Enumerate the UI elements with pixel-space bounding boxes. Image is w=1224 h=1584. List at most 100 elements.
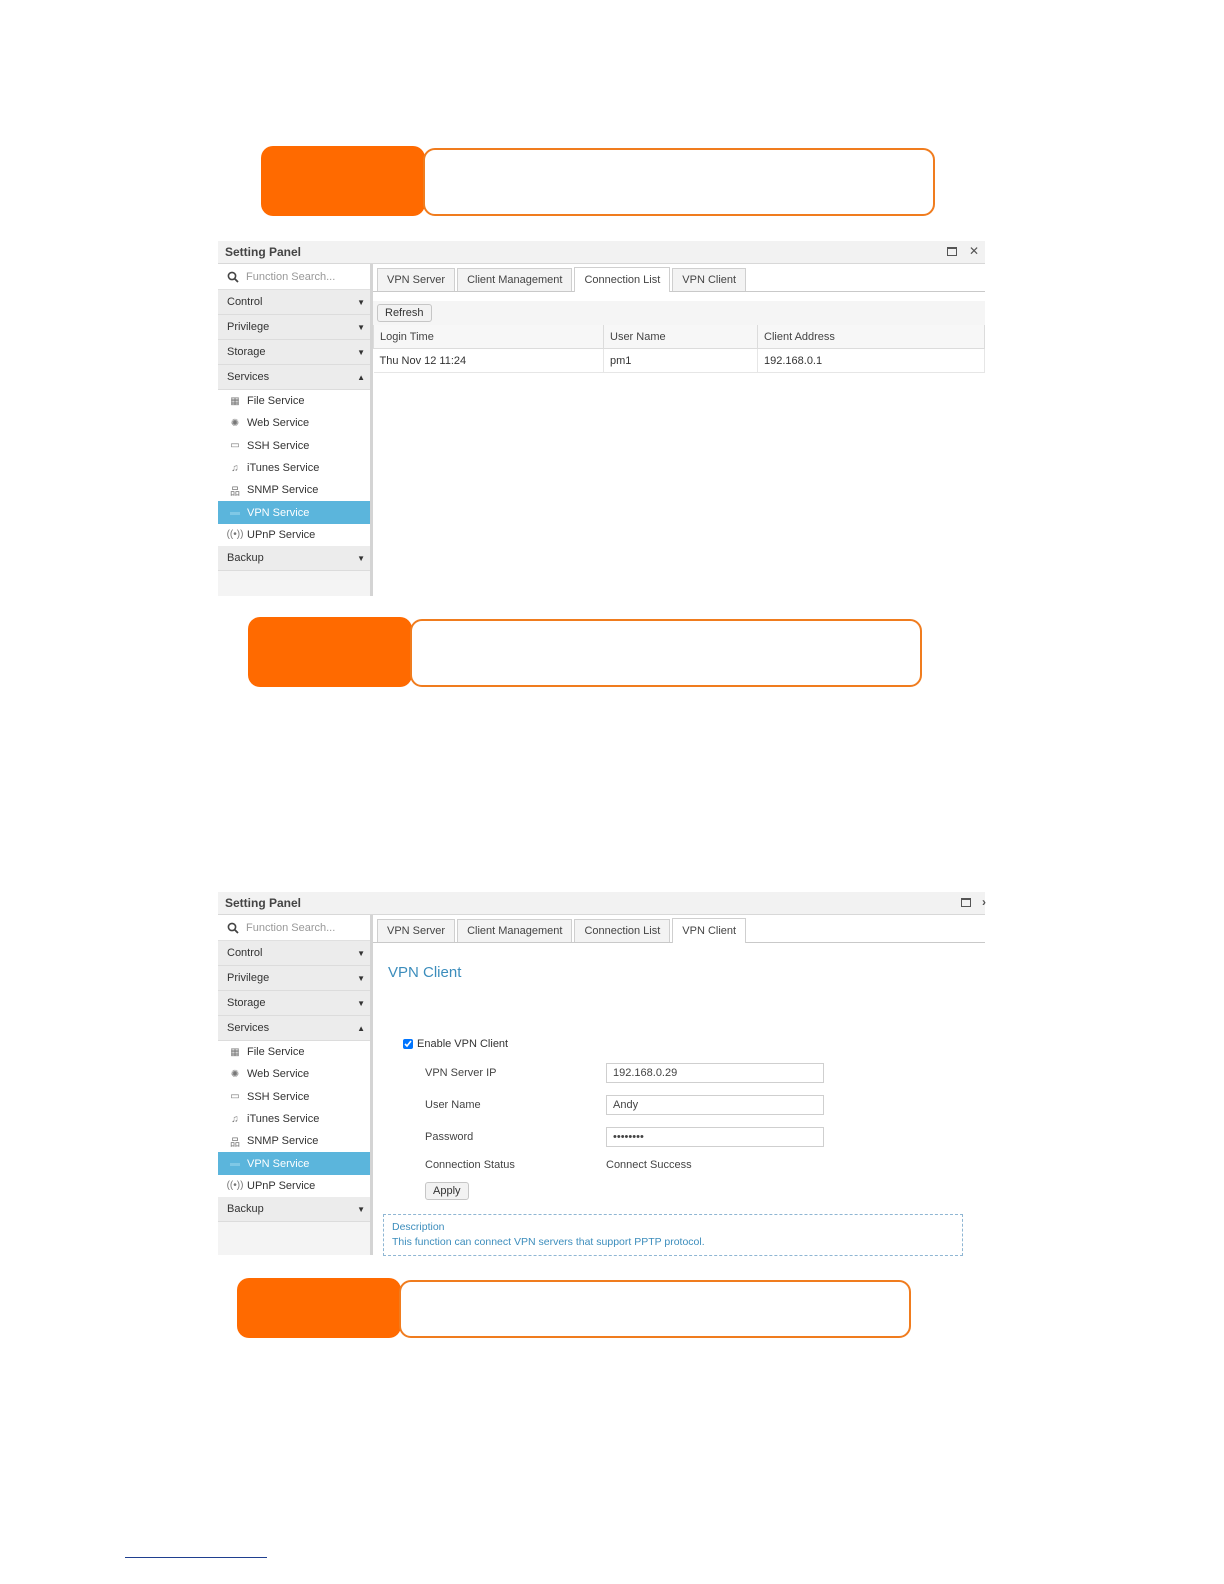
- tab-vpn-client[interactable]: VPN Client: [672, 268, 747, 291]
- music-icon: ♫: [231, 462, 239, 474]
- column-header-login-time[interactable]: Login Time: [373, 325, 604, 349]
- chevron-down-icon: ▼: [357, 973, 365, 983]
- sidebar-item-label: Web Service: [247, 417, 310, 430]
- callout-box: [423, 148, 935, 216]
- tab-bar: VPN Server Client Management Connection …: [373, 915, 985, 943]
- nav-group-storage[interactable]: Storage ▼: [218, 991, 370, 1016]
- globe-icon: ✺: [230, 417, 240, 429]
- setting-panel-connection-list: Setting Panel ✕ Function Search... Contr…: [218, 241, 985, 596]
- chevron-down-icon: ▼: [357, 322, 365, 332]
- sidebar-item-file-service[interactable]: ▦ File Service: [218, 1041, 370, 1064]
- sidebar-item-ssh-service[interactable]: ▭ SSH Service: [218, 434, 370, 457]
- sidebar-item-snmp-service[interactable]: 品 SNMP Service: [218, 479, 370, 502]
- user-name-input[interactable]: [606, 1095, 824, 1115]
- password-input[interactable]: [606, 1127, 824, 1147]
- column-header-client-address[interactable]: Client Address: [757, 325, 985, 349]
- chevron-down-icon: ▼: [357, 297, 365, 307]
- sidebar-item-label: SNMP Service: [247, 1135, 319, 1148]
- form-heading: VPN Client: [388, 964, 462, 981]
- tab-bar: VPN Server Client Management Connection …: [373, 264, 985, 292]
- nav-group-label: Services: [227, 371, 270, 383]
- callout-tab: [237, 1278, 401, 1338]
- sidebar-item-vpn-service[interactable]: ▬ VPN Service: [218, 1152, 370, 1175]
- nav-group-storage[interactable]: Storage ▼: [218, 340, 370, 365]
- sidebar-item-vpn-service[interactable]: ▬ VPN Service: [218, 501, 370, 524]
- description-box: Description This function can connect VP…: [383, 1214, 963, 1256]
- sidebar-item-label: SNMP Service: [247, 484, 319, 497]
- enable-vpn-client-row: Enable VPN Client: [403, 1038, 508, 1050]
- sidebar-item-web-service[interactable]: ✺ Web Service: [218, 1063, 370, 1086]
- function-search[interactable]: Function Search...: [218, 915, 370, 941]
- nav-group-services[interactable]: Services ▲: [218, 1016, 370, 1041]
- cell-login-time: Thu Nov 12 11:24: [373, 348, 604, 373]
- main-content: VPN Server Client Management Connection …: [373, 915, 985, 1256]
- callout-tab: [248, 617, 412, 687]
- chevron-up-icon: ▲: [357, 1023, 365, 1033]
- sidebar-item-itunes-service[interactable]: ♫ iTunes Service: [218, 456, 370, 480]
- sidebar-item-web-service[interactable]: ✺ Web Service: [218, 412, 370, 435]
- file-service-icon: ▦: [230, 1046, 240, 1058]
- function-search[interactable]: Function Search...: [218, 264, 370, 290]
- vpn-icon: ▬: [230, 1158, 240, 1170]
- sidebar-item-itunes-service[interactable]: ♫ iTunes Service: [218, 1107, 370, 1131]
- tab-vpn-client[interactable]: VPN Client: [672, 918, 747, 943]
- column-header-user-name[interactable]: User Name: [603, 325, 758, 349]
- description-title: Description: [392, 1221, 445, 1233]
- tab-connection-list[interactable]: Connection List: [574, 267, 671, 292]
- chevron-down-icon: ▼: [357, 998, 365, 1008]
- refresh-button[interactable]: Refresh: [377, 304, 432, 322]
- apply-button[interactable]: Apply: [425, 1182, 469, 1200]
- connection-status-label: Connection Status: [425, 1159, 515, 1171]
- nav-group-privilege[interactable]: Privilege ▼: [218, 966, 370, 991]
- sidebar-item-upnp-service[interactable]: ((•)) UPnP Service: [218, 523, 370, 547]
- toolbar: Refresh: [373, 301, 985, 325]
- footnote-separator: [125, 1557, 267, 1558]
- sidebar-item-label: UPnP Service: [247, 1179, 316, 1192]
- callout-box: [399, 1280, 911, 1338]
- chevron-up-icon: ▲: [357, 372, 365, 382]
- tab-vpn-server[interactable]: VPN Server: [377, 268, 456, 291]
- nav-group-services[interactable]: Services ▲: [218, 365, 370, 390]
- tab-client-management[interactable]: Client Management: [457, 268, 573, 291]
- callout-box: [410, 619, 922, 687]
- chevron-down-icon: ▼: [357, 1204, 365, 1214]
- sidebar-item-upnp-service[interactable]: ((•)) UPnP Service: [218, 1174, 370, 1198]
- nav-group-label: Control: [227, 296, 263, 308]
- tab-client-management[interactable]: Client Management: [457, 919, 573, 942]
- chevron-down-icon: ▼: [357, 553, 365, 563]
- nav-group-label: Storage: [227, 997, 266, 1009]
- nav-group-label: Privilege: [227, 972, 270, 984]
- tab-vpn-server[interactable]: VPN Server: [377, 919, 456, 942]
- sidebar-item-snmp-service[interactable]: 品 SNMP Service: [218, 1130, 370, 1153]
- search-placeholder: Function Search...: [246, 270, 336, 283]
- sidebar-item-label: iTunes Service: [247, 462, 320, 475]
- enable-vpn-client-checkbox[interactable]: [403, 1039, 413, 1049]
- close-icon[interactable]: ›: [981, 895, 987, 909]
- sidebar-item-file-service[interactable]: ▦ File Service: [218, 390, 370, 413]
- network-icon: 品: [230, 1137, 240, 1149]
- sidebar-item-ssh-service[interactable]: ▭ SSH Service: [218, 1085, 370, 1108]
- cell-user-name: pm1: [603, 348, 758, 373]
- user-name-label: User Name: [425, 1099, 481, 1111]
- tab-connection-list[interactable]: Connection List: [574, 919, 671, 942]
- description-text: This function can connect VPN servers th…: [392, 1236, 705, 1248]
- vpn-server-ip-input[interactable]: [606, 1063, 824, 1083]
- table-row[interactable]: Thu Nov 12 11:24 pm1 192.168.0.1: [373, 348, 985, 373]
- sidebar: Function Search... Control ▼ Privilege ▼ S…: [218, 264, 373, 596]
- maximize-icon[interactable]: [959, 895, 973, 909]
- callout-banner-3: [237, 1278, 911, 1338]
- vpn-icon: ▬: [230, 507, 240, 519]
- nav-group-label: Backup: [227, 1203, 264, 1216]
- table-header-row: Login Time User Name Client Address: [373, 325, 985, 349]
- nav-group-backup[interactable]: Backup ▼: [218, 546, 370, 572]
- close-icon[interactable]: ✕: [967, 244, 981, 258]
- nav-group-control[interactable]: Control ▼: [218, 290, 370, 315]
- nav-group-backup[interactable]: Backup ▼: [218, 1197, 370, 1223]
- maximize-icon[interactable]: [945, 244, 959, 258]
- search-icon: [227, 922, 239, 934]
- nav-group-privilege[interactable]: Privilege ▼: [218, 315, 370, 340]
- antenna-icon: ((•)): [226, 1180, 244, 1192]
- cell-client-address: 192.168.0.1: [757, 348, 985, 373]
- music-icon: ♫: [231, 1113, 239, 1125]
- nav-group-control[interactable]: Control ▼: [218, 941, 370, 966]
